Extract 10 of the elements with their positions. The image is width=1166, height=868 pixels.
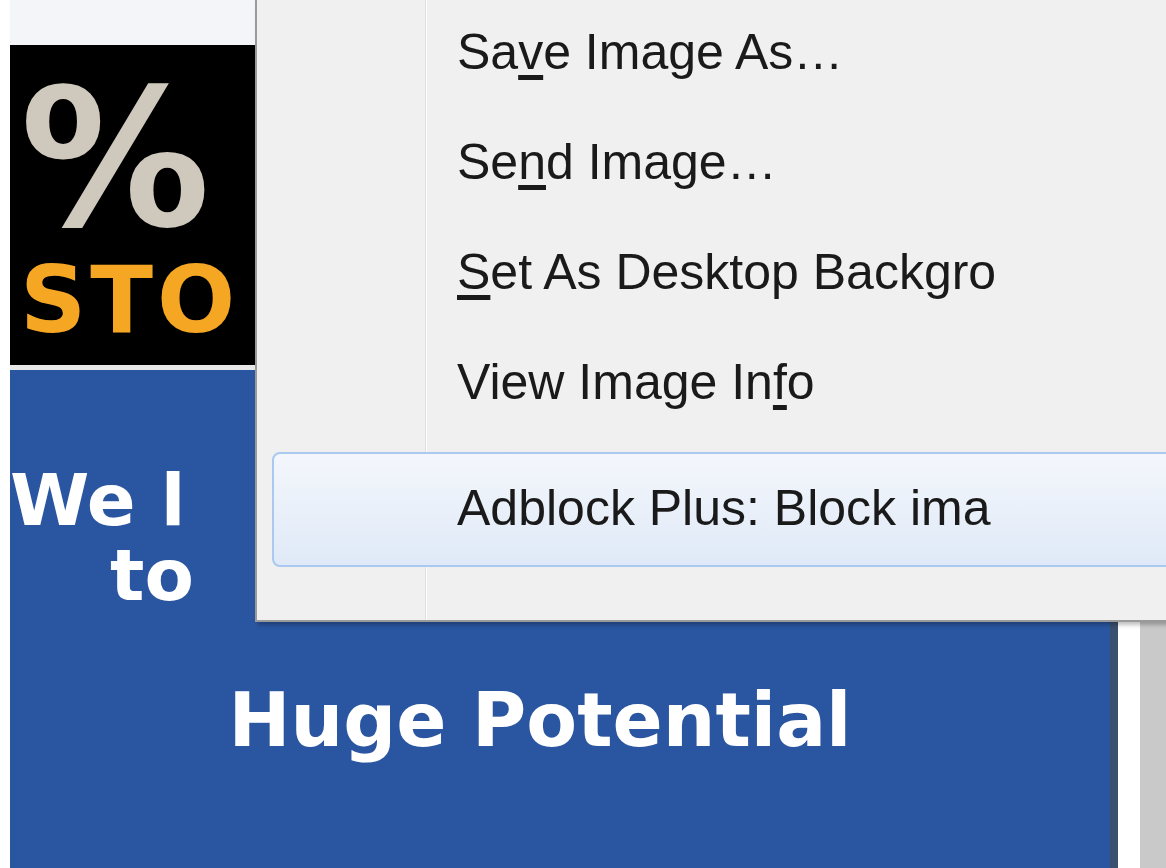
ad-brand-text: STO [20, 255, 240, 347]
menu-item[interactable]: Adblock Plus: Block ima [272, 452, 1166, 567]
menu-item[interactable]: Set As Desktop Backgro [272, 220, 1166, 330]
ad-headline: We l [10, 465, 186, 535]
ad-headline: Huge Potential [228, 676, 852, 765]
ad-headline: to [110, 535, 194, 615]
ad-symbol: % [20, 65, 211, 255]
menu-item[interactable]: Save Image As… [272, 0, 1166, 110]
menu-item[interactable]: Send Image… [272, 110, 1166, 220]
menu-item[interactable]: View Image Info [272, 330, 1166, 440]
